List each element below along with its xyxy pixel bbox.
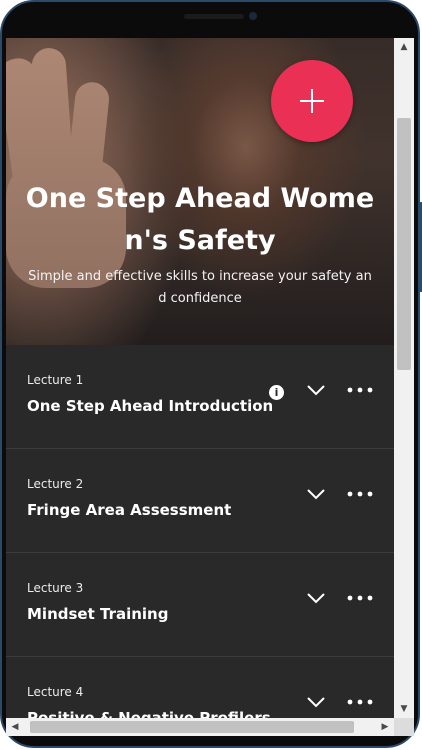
lecture-number: Lecture 3 xyxy=(27,581,84,595)
course-hero-image: One Step Ahead Women's Safety Simple and… xyxy=(6,38,394,345)
scroll-up-arrow-icon[interactable]: ▲ xyxy=(399,42,409,52)
scroll-right-arrow-icon[interactable]: ▶ xyxy=(380,722,390,732)
lecture-number: Lecture 4 xyxy=(27,685,84,699)
plus-icon xyxy=(300,89,324,113)
lecture-row-3[interactable]: Lecture 3 Mindset Training xyxy=(6,553,394,657)
lecture-title: Mindset Training xyxy=(27,605,169,623)
lecture-title: One Step Ahead Introduction xyxy=(27,397,274,415)
more-horizontal-icon[interactable] xyxy=(347,383,373,397)
more-horizontal-icon[interactable] xyxy=(347,695,373,709)
chevron-down-icon[interactable] xyxy=(306,591,326,605)
vertical-scroll-thumb[interactable] xyxy=(397,118,411,370)
lecture-row-2[interactable]: Lecture 2 Fringe Area Assessment xyxy=(6,449,394,553)
lecture-row-1[interactable]: Lecture 1 One Step Ahead Introduction i xyxy=(6,345,394,449)
phone-speaker xyxy=(184,14,244,19)
lecture-title: Fringe Area Assessment xyxy=(27,501,232,519)
horizontal-scroll-thumb[interactable] xyxy=(30,721,354,733)
more-horizontal-icon[interactable] xyxy=(347,487,373,501)
scroll-down-arrow-icon[interactable]: ▼ xyxy=(399,704,409,714)
lecture-list: Lecture 1 One Step Ahead Introduction i … xyxy=(6,345,394,718)
info-badge-icon: i xyxy=(269,385,284,400)
add-button[interactable] xyxy=(271,60,353,142)
lecture-row-4[interactable]: Lecture 4 Positive & Negative Profilers xyxy=(6,657,394,718)
chevron-down-icon[interactable] xyxy=(306,487,326,501)
front-camera-icon xyxy=(249,12,257,20)
lecture-title: Positive & Negative Profilers xyxy=(27,709,271,718)
lecture-number: Lecture 2 xyxy=(27,477,84,491)
lecture-number: Lecture 1 xyxy=(27,373,84,387)
vertical-scrollbar[interactable]: ▲ ▼ xyxy=(394,38,414,718)
course-subtitle: Simple and effective skills to increase … xyxy=(28,269,372,306)
chevron-down-icon[interactable] xyxy=(306,383,326,397)
horizontal-scrollbar[interactable]: ◀ ▶ xyxy=(6,718,394,736)
course-title: One Step Ahead Women's Safety xyxy=(25,183,375,256)
app-screen: One Step Ahead Women's Safety Simple and… xyxy=(6,38,394,718)
more-horizontal-icon[interactable] xyxy=(347,591,373,605)
scroll-left-arrow-icon[interactable]: ◀ xyxy=(10,722,20,732)
scrollbar-corner xyxy=(394,718,414,736)
chevron-down-icon[interactable] xyxy=(306,695,326,709)
